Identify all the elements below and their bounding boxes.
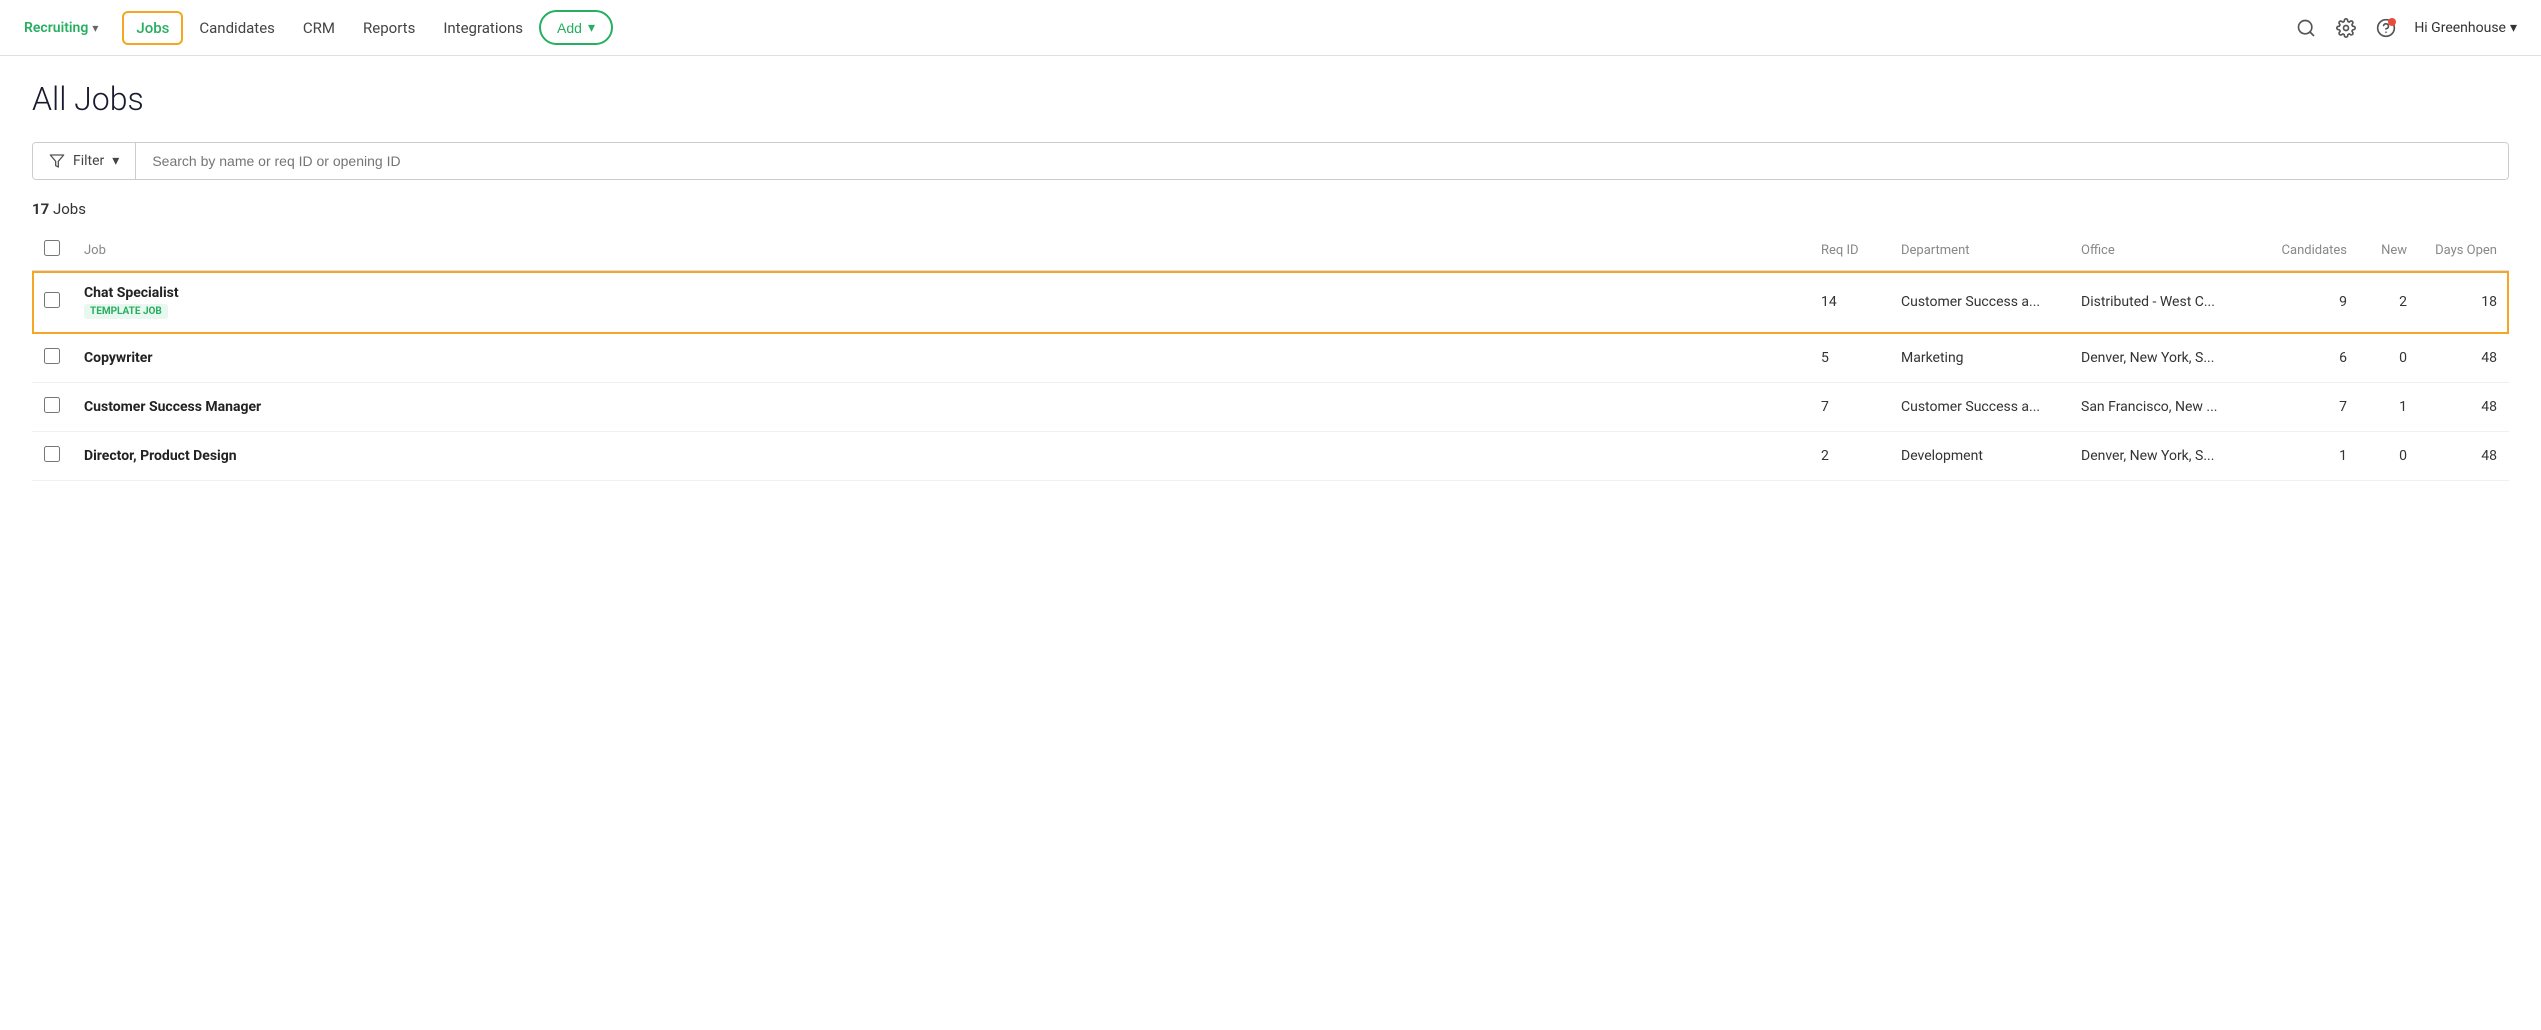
user-menu[interactable]: Hi Greenhouse ▾ <box>2414 20 2517 36</box>
job-name[interactable]: Customer Success Manager <box>84 399 1797 415</box>
select-all-header[interactable] <box>32 230 72 271</box>
job-count: 17 Jobs <box>32 200 2509 218</box>
job-name[interactable]: Chat Specialist <box>84 285 1797 301</box>
table-row: Copywriter 5 Marketing Denver, New York,… <box>32 334 2509 383</box>
table-row: Chat Specialist TEMPLATE JOB 14 Customer… <box>32 271 2509 334</box>
row-checkbox[interactable] <box>44 397 60 413</box>
row-daysopen-cell: 48 <box>2419 383 2509 432</box>
row-office-cell: Distributed - West C... <box>2069 271 2249 334</box>
row-office-cell: Denver, New York, S... <box>2069 334 2249 383</box>
search-input[interactable] <box>136 143 2508 179</box>
col-header-reqid: Req ID <box>1809 230 1889 271</box>
row-candidates-cell: 9 <box>2249 271 2359 334</box>
row-candidates-cell: 7 <box>2249 383 2359 432</box>
nav-item-reports[interactable]: Reports <box>351 13 427 43</box>
brand-logo[interactable]: Recruiting ▾ <box>24 20 98 36</box>
page-content: All Jobs Filter ▾ 17 Jobs Job Req ID Dep… <box>0 56 2541 505</box>
nav-item-candidates[interactable]: Candidates <box>187 13 287 43</box>
row-candidates-cell: 1 <box>2249 432 2359 481</box>
row-candidates-cell: 6 <box>2249 334 2359 383</box>
add-button[interactable]: Add ▾ <box>539 10 613 45</box>
row-checkbox-cell[interactable] <box>32 271 72 334</box>
filter-button[interactable]: Filter ▾ <box>33 143 136 179</box>
job-name[interactable]: Copywriter <box>84 350 1797 366</box>
row-checkbox[interactable] <box>44 292 60 308</box>
filter-icon <box>49 153 65 169</box>
col-header-department: Department <box>1889 230 2069 271</box>
filter-label: Filter <box>73 153 104 169</box>
user-greeting-text: Hi Greenhouse <box>2414 20 2506 36</box>
row-reqid-cell: 14 <box>1809 271 1889 334</box>
settings-icon[interactable] <box>2334 16 2358 40</box>
add-chevron-icon: ▾ <box>588 19 595 36</box>
search-icon[interactable] <box>2294 16 2318 40</box>
row-job-cell: Customer Success Manager <box>72 383 1809 432</box>
navbar: Recruiting ▾ Jobs Candidates CRM Reports… <box>0 0 2541 56</box>
row-job-cell: Copywriter <box>72 334 1809 383</box>
col-header-new: New <box>2359 230 2419 271</box>
help-icon[interactable] <box>2374 16 2398 40</box>
row-office-cell: Denver, New York, S... <box>2069 432 2249 481</box>
col-header-candidates: Candidates <box>2249 230 2359 271</box>
col-header-office: Office <box>2069 230 2249 271</box>
row-checkbox-cell[interactable] <box>32 383 72 432</box>
nav-item-jobs[interactable]: Jobs <box>122 11 183 45</box>
row-daysopen-cell: 48 <box>2419 432 2509 481</box>
row-job-cell: Director, Product Design <box>72 432 1809 481</box>
row-department-cell: Marketing <box>1889 334 2069 383</box>
col-header-daysopen: Days Open <box>2419 230 2509 271</box>
row-checkbox[interactable] <box>44 348 60 364</box>
row-reqid-cell: 2 <box>1809 432 1889 481</box>
job-badge: TEMPLATE JOB <box>84 304 168 319</box>
jobs-table: Job Req ID Department Office Candidates … <box>32 230 2509 481</box>
nav-item-integrations[interactable]: Integrations <box>431 13 535 43</box>
row-department-cell: Customer Success a... <box>1889 271 2069 334</box>
row-new-cell: 2 <box>2359 271 2419 334</box>
job-count-label: Jobs <box>53 200 86 218</box>
nav-item-crm[interactable]: CRM <box>291 13 347 43</box>
row-job-cell: Chat Specialist TEMPLATE JOB <box>72 271 1809 334</box>
job-name[interactable]: Director, Product Design <box>84 448 1797 464</box>
row-new-cell: 0 <box>2359 334 2419 383</box>
select-all-checkbox[interactable] <box>44 240 60 256</box>
table-row: Customer Success Manager 7 Customer Succ… <box>32 383 2509 432</box>
brand-caret-icon[interactable]: ▾ <box>92 21 98 35</box>
table-row: Director, Product Design 2 Development D… <box>32 432 2509 481</box>
nav-links: Jobs Candidates CRM Reports Integrations… <box>122 10 2294 45</box>
row-department-cell: Development <box>1889 432 2069 481</box>
filter-bar: Filter ▾ <box>32 142 2509 180</box>
table-header-row: Job Req ID Department Office Candidates … <box>32 230 2509 271</box>
row-new-cell: 0 <box>2359 432 2419 481</box>
row-checkbox-cell[interactable] <box>32 432 72 481</box>
brand-text: Recruiting <box>24 20 88 36</box>
row-office-cell: San Francisco, New ... <box>2069 383 2249 432</box>
add-button-label: Add <box>557 20 582 36</box>
row-reqid-cell: 7 <box>1809 383 1889 432</box>
row-daysopen-cell: 48 <box>2419 334 2509 383</box>
filter-chevron-icon: ▾ <box>112 153 119 169</box>
job-count-number: 17 <box>32 200 49 218</box>
row-daysopen-cell: 18 <box>2419 271 2509 334</box>
user-chevron-icon: ▾ <box>2510 20 2517 36</box>
nav-right: Hi Greenhouse ▾ <box>2294 16 2517 40</box>
page-title: All Jobs <box>32 80 2509 118</box>
col-header-job: Job <box>72 230 1809 271</box>
notification-dot <box>2388 18 2396 26</box>
row-department-cell: Customer Success a... <box>1889 383 2069 432</box>
row-checkbox-cell[interactable] <box>32 334 72 383</box>
row-reqid-cell: 5 <box>1809 334 1889 383</box>
row-new-cell: 1 <box>2359 383 2419 432</box>
row-checkbox[interactable] <box>44 446 60 462</box>
